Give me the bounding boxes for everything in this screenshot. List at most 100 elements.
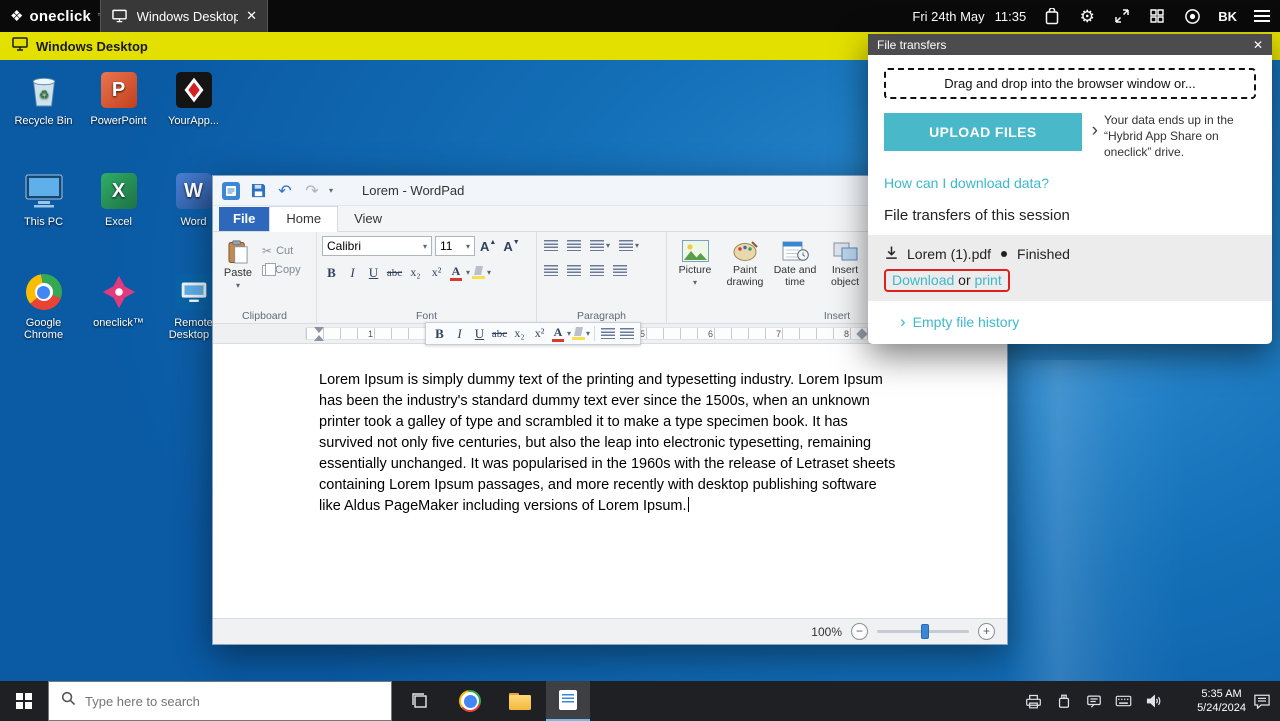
upload-files-button[interactable]: UPLOAD FILES [884,113,1082,151]
highlight-color-button[interactable] [572,327,585,341]
redo-icon[interactable]: ↷ [302,181,322,201]
taskbar-wordpad-button[interactable] [546,681,590,721]
cut-button[interactable]: ✂ Cut [262,244,301,258]
message-icon[interactable] [1085,693,1102,710]
ribbon-group-font: Calibri ▾ 11 ▾ A▲ A▼ B I U [317,232,537,323]
desktop-icon-chrome[interactable]: Google Chrome [8,270,80,371]
record-icon[interactable] [1183,7,1201,25]
start-button[interactable] [0,681,48,721]
volume-icon[interactable] [1145,693,1162,710]
subscript-button[interactable]: x₂ [510,324,529,343]
menu-icon[interactable] [1254,10,1270,22]
print-link[interactable]: print [975,272,1002,288]
touch-keyboard-icon[interactable] [1115,693,1132,710]
underline-button[interactable]: U [364,263,383,282]
desktop-icon-excel[interactable]: X Excel [83,169,155,270]
subscript-button[interactable]: x₂ [406,263,425,282]
superscript-button[interactable]: x² [427,263,446,282]
drag-drop-zone[interactable]: Drag and drop into the browser window or… [884,68,1256,99]
session-tab[interactable]: Windows Desktop ✕ [100,0,268,32]
chevron-down-icon[interactable]: ▾ [466,268,470,277]
align-center-button[interactable] [618,326,636,341]
clipboard-icon[interactable] [1043,7,1061,25]
taskbar-chrome-button[interactable] [448,681,492,721]
document-area[interactable]: Lorem Ipsum is simply dummy text of the … [213,344,1007,618]
chevron-down-icon[interactable]: ▾ [487,268,491,277]
font-color-button[interactable]: A [448,264,464,282]
usb-drive-icon[interactable] [1055,693,1072,710]
apps-grid-icon[interactable] [1148,7,1166,25]
grow-font-button[interactable]: A▲ [478,238,498,255]
user-avatar[interactable]: BK [1218,9,1237,24]
font-color-button[interactable]: A [550,325,566,343]
action-center-button[interactable] [1248,681,1276,721]
taskbar-clock[interactable]: 5:35 AM 5/24/2024 [1197,681,1246,721]
chevron-down-icon[interactable]: ▾ [567,329,571,338]
font-family-select[interactable]: Calibri ▾ [322,236,432,256]
download-link[interactable]: Download [892,272,954,288]
paste-button[interactable]: Paste ▾ [218,236,258,307]
bold-button[interactable]: B [322,263,341,282]
empty-file-history-label[interactable]: Empty file history [913,314,1020,330]
desktop-icon-this-pc[interactable]: This PC [8,169,80,270]
desktop-icon-recycle-bin[interactable]: ♻ Recycle Bin [8,68,80,169]
quick-access-dropdown-icon[interactable]: ▾ [329,186,333,195]
strikethrough-button[interactable]: abc [385,263,404,282]
empty-file-history-link[interactable]: › Empty file history [884,301,1256,344]
paint-drawing-label: Paint drawing [722,264,768,288]
desktop-icon-oneclick[interactable]: oneclick™ [83,270,155,371]
copy-button[interactable]: Copy [262,264,301,276]
right-margin-marker[interactable] [856,328,867,339]
align-left-button[interactable] [599,326,617,341]
align-right-button[interactable] [588,263,606,278]
printer-icon[interactable] [1025,693,1042,710]
shrink-font-button[interactable]: A▼ [501,238,521,255]
save-icon[interactable] [248,181,268,201]
tab-view[interactable]: View [338,207,398,231]
superscript-button[interactable]: x² [530,324,549,343]
file-explorer-icon [509,693,531,710]
insert-object-button[interactable]: Insert object [822,236,868,307]
taskbar-search[interactable] [48,681,392,721]
line-spacing-button[interactable]: ▾ [617,238,641,253]
settings-gear-icon[interactable]: ⚙ [1078,7,1096,25]
chevron-down-icon[interactable]: ▾ [586,329,590,338]
wordpad-window-title: Lorem - WordPad [362,183,464,198]
document-text[interactable]: Lorem Ipsum is simply dummy text of the … [319,370,897,517]
tab-file[interactable]: File [219,207,269,231]
line-spacing-icon [619,240,633,251]
session-transfers-heading: File transfers of this session [884,207,1256,224]
strikethrough-button[interactable]: abc [490,324,509,343]
insert-paint-drawing-button[interactable]: Paint drawing [722,236,768,307]
insert-picture-button[interactable]: Picture ▾ [672,236,718,307]
search-input[interactable] [85,694,379,709]
italic-button[interactable]: I [343,263,362,282]
bold-button[interactable]: B [430,324,449,343]
align-center-button[interactable] [565,263,583,278]
indent-marker[interactable] [314,327,324,333]
close-icon[interactable]: ✕ [1253,38,1263,52]
tab-home[interactable]: Home [269,206,338,232]
desktop-icon-powerpoint[interactable]: P PowerPoint [83,68,155,169]
increase-indent-button[interactable] [565,238,583,253]
decrease-indent-button[interactable] [542,238,560,253]
zoom-slider-thumb[interactable] [921,624,929,639]
session-tab-close-icon[interactable]: ✕ [246,8,257,24]
zoom-out-button[interactable]: − [851,623,868,640]
list-button[interactable]: ▾ [588,238,612,253]
font-size-select[interactable]: 11 ▾ [435,236,475,256]
desktop-icon-yourapp[interactable]: YourApp... [158,68,230,169]
justify-button[interactable] [611,263,629,278]
zoom-in-button[interactable]: + [978,623,995,640]
highlight-color-button[interactable] [472,266,485,280]
underline-button[interactable]: U [470,324,489,343]
align-left-button[interactable] [542,263,560,278]
insert-date-time-button[interactable]: Date and time [772,236,818,307]
task-view-button[interactable] [398,681,442,721]
zoom-slider[interactable] [877,630,969,633]
undo-icon[interactable]: ↶ [275,181,295,201]
italic-button[interactable]: I [450,324,469,343]
fullscreen-icon[interactable] [1113,7,1131,25]
taskbar-file-explorer-button[interactable] [498,681,542,721]
download-help-link[interactable]: How can I download data? [884,175,1256,191]
